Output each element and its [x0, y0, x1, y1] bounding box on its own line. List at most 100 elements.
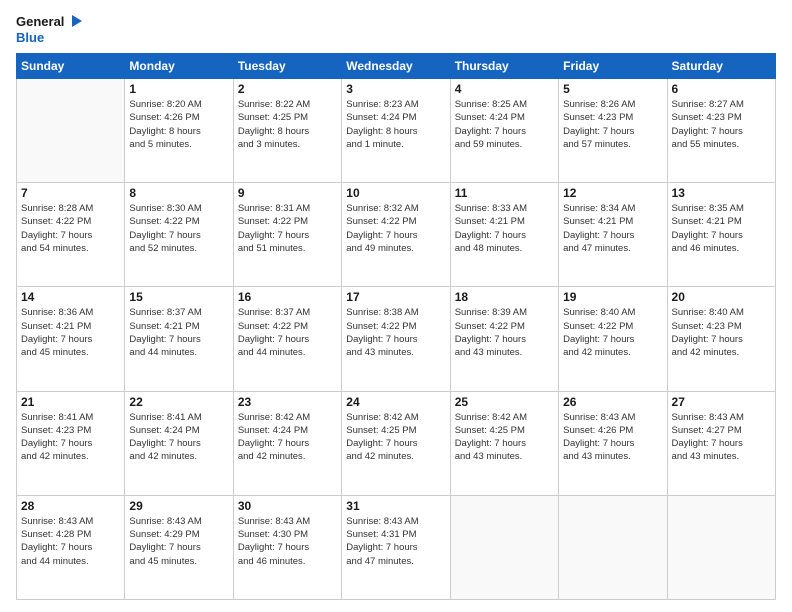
calendar-cell: 18Sunrise: 8:39 AM Sunset: 4:22 PM Dayli…: [450, 287, 558, 391]
calendar-cell: 24 Sunrise: 8:42 AM Sunset: 4:25 PM Dayli…: [342, 391, 450, 495]
day-info: Sunrise: 8:42 AM Sunset: 4:24 PM Dayligh…: [238, 411, 337, 464]
day-info: Sunrise: 8:43 AM Sunset: 4:27 PM Dayligh…: [672, 411, 771, 464]
calendar-cell: [559, 495, 667, 599]
calendar-cell: [667, 495, 775, 599]
weekday-header-monday: Monday: [125, 54, 233, 79]
day-info: Sunrise: 8:23 AM Sunset: 4:24 PM Dayligh…: [346, 98, 445, 151]
day-number: 12: [563, 186, 662, 200]
day-info: Sunrise: 8:42 AM Sunset: 4:25 PM Dayligh…: [455, 411, 554, 464]
calendar-cell: 16Sunrise: 8:37 AM Sunset: 4:22 PM Dayli…: [233, 287, 341, 391]
calendar-table: SundayMondayTuesdayWednesdayThursdayFrid…: [16, 53, 776, 600]
week-row-4: 28 Sunrise: 8:43 AM Sunset: 4:28 PM Dayli…: [17, 495, 776, 599]
weekday-header-wednesday: Wednesday: [342, 54, 450, 79]
day-info: Sunrise: 8:36 AM Sunset: 4:21 PM Dayligh…: [21, 306, 120, 359]
day-info: Sunrise: 8:43 AM Sunset: 4:28 PM Dayligh…: [21, 515, 120, 568]
calendar-cell: 4Sunrise: 8:25 AM Sunset: 4:24 PM Daylig…: [450, 79, 558, 183]
day-info: Sunrise: 8:34 AM Sunset: 4:21 PM Dayligh…: [563, 202, 662, 255]
week-row-0: 1Sunrise: 8:20 AM Sunset: 4:26 PM Daylig…: [17, 79, 776, 183]
day-info: Sunrise: 8:37 AM Sunset: 4:22 PM Dayligh…: [238, 306, 337, 359]
day-number: 22: [129, 395, 228, 409]
day-number: 29: [129, 499, 228, 513]
day-number: 26: [563, 395, 662, 409]
calendar-cell: 20 Sunrise: 8:40 AM Sunset: 4:23 PM Dayli…: [667, 287, 775, 391]
day-number: 10: [346, 186, 445, 200]
calendar-cell: 23 Sunrise: 8:42 AM Sunset: 4:24 PM Dayli…: [233, 391, 341, 495]
logo-graphic: General Blue: [16, 12, 84, 45]
day-info: Sunrise: 8:43 AM Sunset: 4:31 PM Dayligh…: [346, 515, 445, 568]
day-info: Sunrise: 8:43 AM Sunset: 4:26 PM Dayligh…: [563, 411, 662, 464]
calendar-cell: 14 Sunrise: 8:36 AM Sunset: 4:21 PM Dayli…: [17, 287, 125, 391]
calendar-cell: 9 Sunrise: 8:31 AM Sunset: 4:22 PM Daylig…: [233, 183, 341, 287]
page: General Blue SundayMondayTuesdayWednesda…: [0, 0, 792, 612]
day-number: 13: [672, 186, 771, 200]
day-info: Sunrise: 8:37 AM Sunset: 4:21 PM Dayligh…: [129, 306, 228, 359]
weekday-header-friday: Friday: [559, 54, 667, 79]
calendar-cell: 3Sunrise: 8:23 AM Sunset: 4:24 PM Daylig…: [342, 79, 450, 183]
calendar-cell: 6Sunrise: 8:27 AM Sunset: 4:23 PM Daylig…: [667, 79, 775, 183]
calendar-cell: 1Sunrise: 8:20 AM Sunset: 4:26 PM Daylig…: [125, 79, 233, 183]
calendar-cell: 17 Sunrise: 8:38 AM Sunset: 4:22 PM Dayli…: [342, 287, 450, 391]
day-number: 20: [672, 290, 771, 304]
day-info: Sunrise: 8:22 AM Sunset: 4:25 PM Dayligh…: [238, 98, 337, 151]
day-info: Sunrise: 8:20 AM Sunset: 4:26 PM Dayligh…: [129, 98, 228, 151]
weekday-header-sunday: Sunday: [17, 54, 125, 79]
calendar-cell: 25 Sunrise: 8:42 AM Sunset: 4:25 PM Dayli…: [450, 391, 558, 495]
day-info: Sunrise: 8:33 AM Sunset: 4:21 PM Dayligh…: [455, 202, 554, 255]
day-number: 18: [455, 290, 554, 304]
day-info: Sunrise: 8:42 AM Sunset: 4:25 PM Dayligh…: [346, 411, 445, 464]
calendar-cell: 26 Sunrise: 8:43 AM Sunset: 4:26 PM Dayli…: [559, 391, 667, 495]
logo: General Blue: [16, 12, 84, 45]
calendar-cell: 2Sunrise: 8:22 AM Sunset: 4:25 PM Daylig…: [233, 79, 341, 183]
calendar-cell: 19 Sunrise: 8:40 AM Sunset: 4:22 PM Dayli…: [559, 287, 667, 391]
calendar-cell: [450, 495, 558, 599]
day-info: Sunrise: 8:43 AM Sunset: 4:30 PM Dayligh…: [238, 515, 337, 568]
day-info: Sunrise: 8:43 AM Sunset: 4:29 PM Dayligh…: [129, 515, 228, 568]
day-number: 15: [129, 290, 228, 304]
day-number: 28: [21, 499, 120, 513]
day-number: 5: [563, 82, 662, 96]
day-number: 17: [346, 290, 445, 304]
calendar-cell: 22 Sunrise: 8:41 AM Sunset: 4:24 PM Dayli…: [125, 391, 233, 495]
day-number: 24: [346, 395, 445, 409]
day-info: Sunrise: 8:28 AM Sunset: 4:22 PM Dayligh…: [21, 202, 120, 255]
calendar-cell: 28 Sunrise: 8:43 AM Sunset: 4:28 PM Dayli…: [17, 495, 125, 599]
calendar-cell: 21 Sunrise: 8:41 AM Sunset: 4:23 PM Dayli…: [17, 391, 125, 495]
calendar-cell: [17, 79, 125, 183]
weekday-header-thursday: Thursday: [450, 54, 558, 79]
calendar-cell: 7 Sunrise: 8:28 AM Sunset: 4:22 PM Daylig…: [17, 183, 125, 287]
calendar-cell: 30Sunrise: 8:43 AM Sunset: 4:30 PM Dayli…: [233, 495, 341, 599]
day-number: 25: [455, 395, 554, 409]
day-info: Sunrise: 8:30 AM Sunset: 4:22 PM Dayligh…: [129, 202, 228, 255]
day-number: 19: [563, 290, 662, 304]
day-number: 27: [672, 395, 771, 409]
weekday-header-row: SundayMondayTuesdayWednesdayThursdayFrid…: [17, 54, 776, 79]
calendar-cell: 5 Sunrise: 8:26 AM Sunset: 4:23 PM Daylig…: [559, 79, 667, 183]
day-info: Sunrise: 8:41 AM Sunset: 4:23 PM Dayligh…: [21, 411, 120, 464]
day-info: Sunrise: 8:41 AM Sunset: 4:24 PM Dayligh…: [129, 411, 228, 464]
day-number: 11: [455, 186, 554, 200]
day-number: 14: [21, 290, 120, 304]
week-row-3: 21 Sunrise: 8:41 AM Sunset: 4:23 PM Dayli…: [17, 391, 776, 495]
day-number: 21: [21, 395, 120, 409]
day-number: 9: [238, 186, 337, 200]
day-info: Sunrise: 8:25 AM Sunset: 4:24 PM Dayligh…: [455, 98, 554, 151]
weekday-header-tuesday: Tuesday: [233, 54, 341, 79]
day-info: Sunrise: 8:31 AM Sunset: 4:22 PM Dayligh…: [238, 202, 337, 255]
day-info: Sunrise: 8:40 AM Sunset: 4:23 PM Dayligh…: [672, 306, 771, 359]
calendar-cell: 12 Sunrise: 8:34 AM Sunset: 4:21 PM Dayli…: [559, 183, 667, 287]
week-row-1: 7 Sunrise: 8:28 AM Sunset: 4:22 PM Daylig…: [17, 183, 776, 287]
logo-arrow-icon: [66, 12, 84, 30]
day-info: Sunrise: 8:40 AM Sunset: 4:22 PM Dayligh…: [563, 306, 662, 359]
calendar-cell: 15 Sunrise: 8:37 AM Sunset: 4:21 PM Dayli…: [125, 287, 233, 391]
day-info: Sunrise: 8:32 AM Sunset: 4:22 PM Dayligh…: [346, 202, 445, 255]
day-info: Sunrise: 8:38 AM Sunset: 4:22 PM Dayligh…: [346, 306, 445, 359]
day-info: Sunrise: 8:26 AM Sunset: 4:23 PM Dayligh…: [563, 98, 662, 151]
weekday-header-saturday: Saturday: [667, 54, 775, 79]
day-number: 6: [672, 82, 771, 96]
week-row-2: 14 Sunrise: 8:36 AM Sunset: 4:21 PM Dayli…: [17, 287, 776, 391]
calendar-cell: 13Sunrise: 8:35 AM Sunset: 4:21 PM Dayli…: [667, 183, 775, 287]
day-number: 23: [238, 395, 337, 409]
day-number: 8: [129, 186, 228, 200]
calendar-cell: 8 Sunrise: 8:30 AM Sunset: 4:22 PM Daylig…: [125, 183, 233, 287]
day-number: 7: [21, 186, 120, 200]
